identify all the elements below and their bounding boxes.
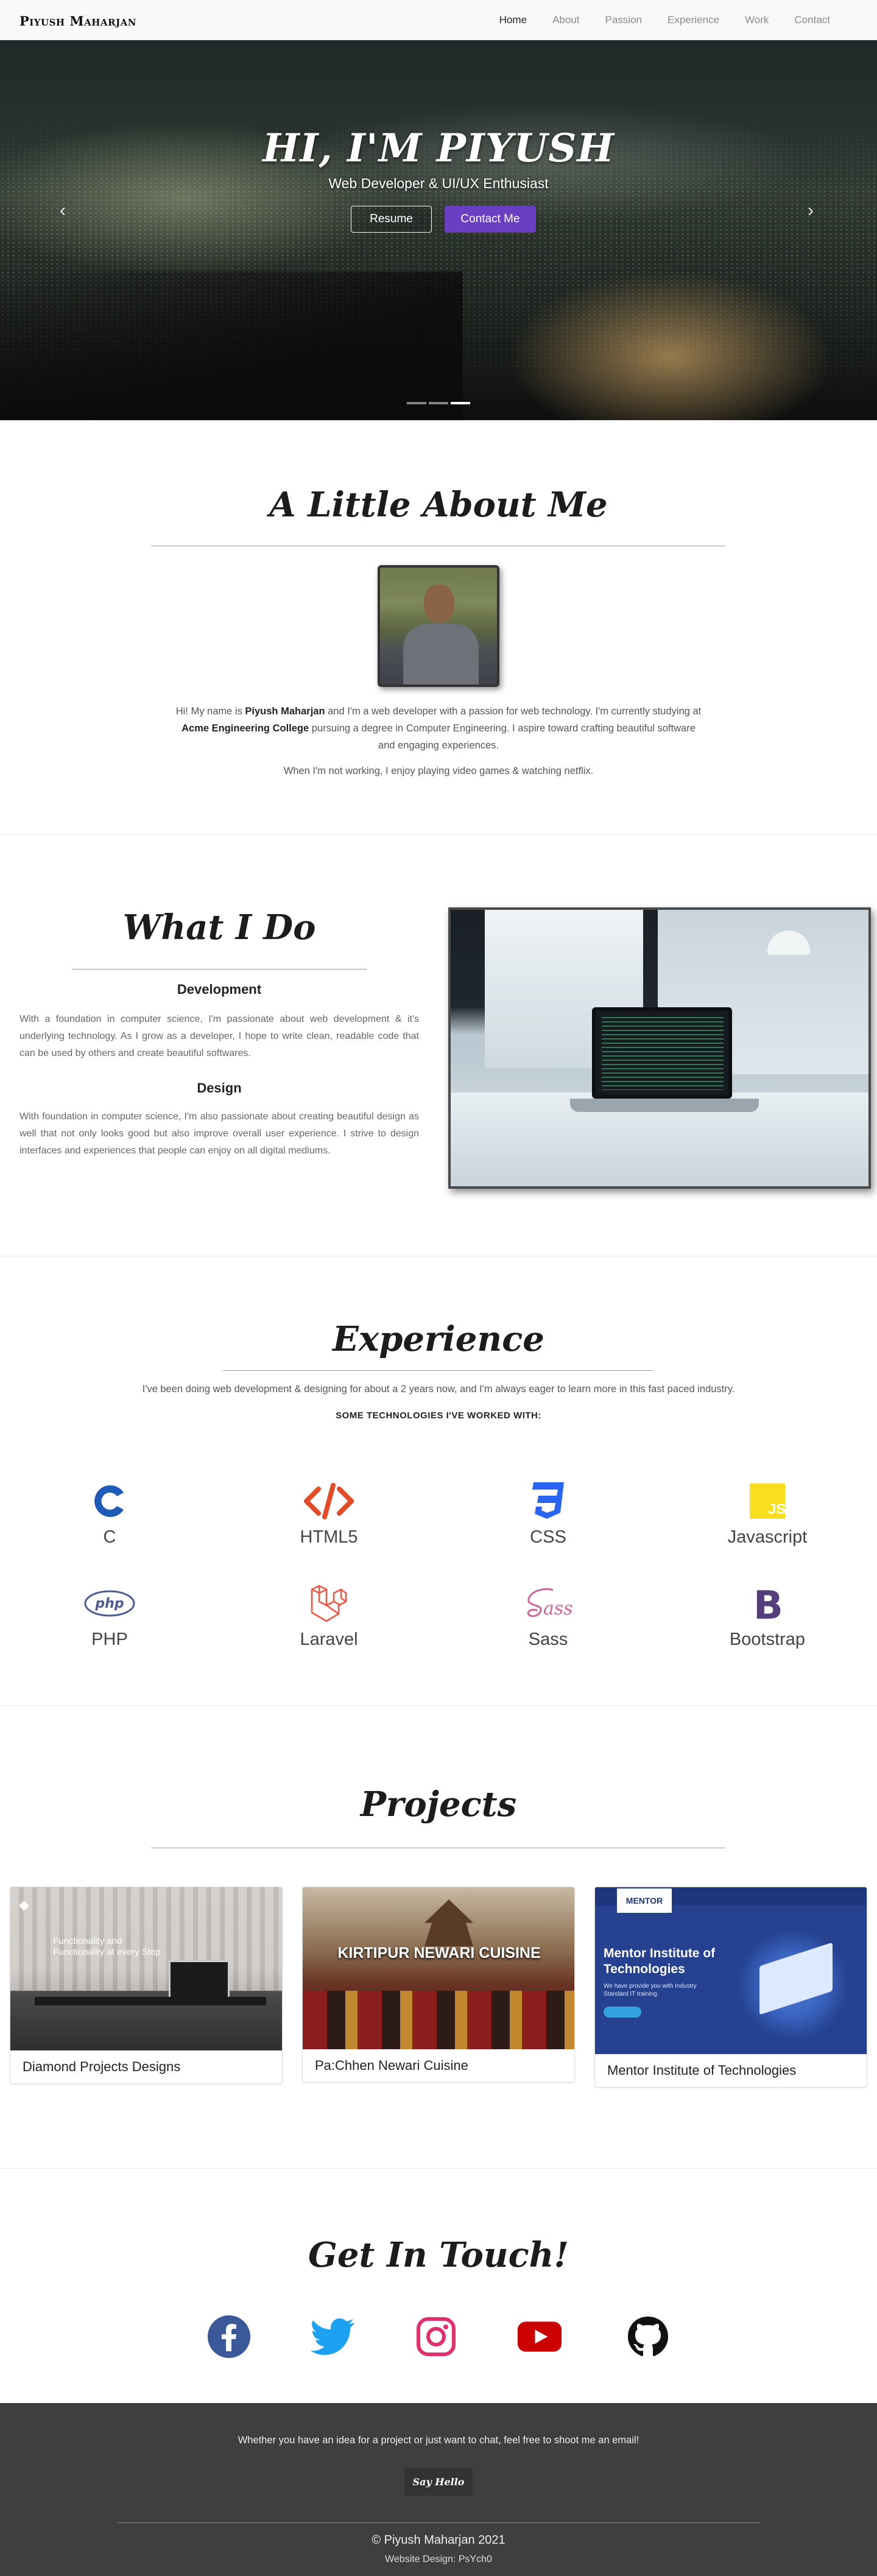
carousel-prev-icon[interactable]: ‹ xyxy=(60,200,66,221)
facebook-icon[interactable] xyxy=(206,2314,252,2359)
footer: Whether you have an idea for a project o… xyxy=(0,2403,877,2576)
youtube-icon[interactable] xyxy=(517,2314,562,2359)
project-name: Mentor Institute of Technologies xyxy=(607,2063,797,2078)
github-icon[interactable] xyxy=(625,2314,671,2359)
diamond-logo-icon: ◆ xyxy=(19,1897,29,1912)
laravel-icon xyxy=(219,1582,438,1625)
footer-divider xyxy=(117,2522,760,2523)
instagram-icon[interactable] xyxy=(414,2314,459,2359)
navbar: Piyush Maharjan Home About Passion Exper… xyxy=(0,0,877,40)
technologies-heading: SOME TECHNOLOGIES I'VE WORKED WITH: xyxy=(336,1410,541,1421)
php-icon: php xyxy=(0,1582,219,1625)
project-overlay-sub: We have provide you with Industry Standa… xyxy=(604,1983,697,1997)
project-image: KIRTIPUR NEWARI CUISINE xyxy=(303,1887,574,2049)
tech-item: JS Javascript xyxy=(658,1480,877,1547)
project-card-mentor[interactable]: MENTOR Mentor Institute of Technologies … xyxy=(594,1887,867,2088)
project-name: Pa:Chhen Newari Cuisine xyxy=(315,2058,468,2073)
footer-text: Whether you have an idea for a project o… xyxy=(238,2435,639,2446)
carousel-indicator[interactable] xyxy=(407,402,426,404)
tech-item: CSS xyxy=(438,1480,658,1547)
design-text: With foundation in computer science, I'm… xyxy=(19,1111,419,1156)
nav-link-about[interactable]: About xyxy=(540,14,592,26)
design-credit: Website Design: PsYch0 xyxy=(385,2554,492,2564)
laptop-photo xyxy=(448,907,871,1189)
tech-label: Laravel xyxy=(300,1630,358,1649)
carousel-indicator-active[interactable] xyxy=(451,402,470,404)
hero-title: HI, I'M PIYUSH xyxy=(262,125,615,171)
nav-link-work[interactable]: Work xyxy=(732,14,781,26)
development-heading: Development xyxy=(177,982,262,997)
project-image: MENTOR Mentor Institute of Technologies … xyxy=(595,1887,867,2054)
about-name: Piyush Maharjan xyxy=(245,706,325,717)
tech-item: php PHP xyxy=(0,1582,219,1650)
twitter-icon[interactable] xyxy=(311,2314,356,2359)
tech-label: HTML5 xyxy=(300,1527,358,1547)
page: Piyush Maharjan Home About Passion Exper… xyxy=(0,0,877,2576)
projects-title: Projects xyxy=(360,1784,517,1825)
tech-label: C xyxy=(103,1527,116,1547)
tech-item: HTML5 xyxy=(219,1480,438,1547)
about-paragraph: Hi! My name is Piyush Maharjan and I'm a… xyxy=(175,706,702,751)
html5-icon xyxy=(219,1480,438,1522)
carousel-next-icon[interactable]: › xyxy=(808,200,814,221)
bootstrap-icon: B xyxy=(658,1582,877,1625)
hero-subtitle: Web Developer & UI/UX Enthusiast xyxy=(328,175,549,191)
say-hello-button[interactable]: Say Hello xyxy=(404,2468,473,2496)
mentor-logo: MENTOR xyxy=(617,1888,672,1913)
resume-button[interactable]: Resume xyxy=(351,206,432,233)
section-divider xyxy=(0,834,877,835)
whatido-title: What I Do xyxy=(122,907,316,948)
copyright: © Piyush Maharjan 2021 xyxy=(372,2533,505,2547)
section-divider xyxy=(0,1705,877,1706)
hero-shadow xyxy=(0,272,463,420)
tech-item: B Bootstrap xyxy=(658,1582,877,1650)
sass-icon: ass xyxy=(438,1582,658,1625)
tech-item: ass Sass xyxy=(438,1582,658,1650)
section-divider xyxy=(0,2168,877,2169)
css3-icon xyxy=(438,1480,658,1522)
brand-logo[interactable]: Piyush Maharjan xyxy=(19,13,136,29)
project-card-pachhen[interactable]: KIRTIPUR NEWARI CUISINE Pa:Chhen Newari … xyxy=(302,1887,575,2083)
development-text: With a foundation in computer science, I… xyxy=(19,1014,419,1058)
tech-item: Laravel xyxy=(219,1582,438,1650)
svg-text:JS: JS xyxy=(768,1501,785,1518)
project-card-diamond[interactable]: ◆ Functionality and Functionality at eve… xyxy=(10,1887,283,2084)
tech-label: CSS xyxy=(530,1527,566,1547)
hero-carousel: HI, I'M PIYUSH Web Developer & UI/UX Ent… xyxy=(0,40,877,420)
experience-divider xyxy=(223,1370,653,1371)
about-college: Acme Engineering College xyxy=(181,723,309,734)
nav-link-passion[interactable]: Passion xyxy=(593,14,655,26)
whatido-divider xyxy=(72,969,367,970)
project-overlay-text: KIRTIPUR NEWARI CUISINE xyxy=(337,1944,541,1962)
svg-text:ass: ass xyxy=(543,1598,573,1619)
experience-title: Experience xyxy=(333,1319,544,1359)
about-hobbies: When I'm not working, I enjoy playing vi… xyxy=(283,765,594,776)
experience-text: I've been doing web development & design… xyxy=(142,1384,735,1395)
carousel-indicator[interactable] xyxy=(429,402,448,404)
nav-link-contact[interactable]: Contact xyxy=(781,14,843,26)
contact-me-button[interactable]: Contact Me xyxy=(445,206,536,233)
project-overlay-text: Functionality and Functionality at every… xyxy=(53,1936,161,1957)
svg-text:B: B xyxy=(753,1585,783,1622)
nav-link-experience[interactable]: Experience xyxy=(655,14,732,26)
project-overlay-title: Mentor Institute of Technologies xyxy=(604,1946,716,1976)
about-title: A Little About Me xyxy=(269,485,608,525)
nav-link-home[interactable]: Home xyxy=(487,14,540,26)
tech-label: Sass xyxy=(528,1630,568,1649)
profile-photo xyxy=(378,565,499,687)
project-image: ◆ Functionality and Functionality at eve… xyxy=(10,1887,282,2050)
tech-label: Bootstrap xyxy=(729,1630,806,1649)
nav-links: Home About Passion Experience Work Conta… xyxy=(487,0,843,40)
contact-title: Get In Touch! xyxy=(308,2235,569,2275)
svg-text:php: php xyxy=(94,1596,124,1611)
project-name: Diamond Projects Designs xyxy=(23,2059,181,2074)
tech-item: C xyxy=(0,1480,219,1547)
c-icon xyxy=(0,1480,219,1522)
tech-label: Javascript xyxy=(727,1527,808,1547)
design-heading: Design xyxy=(197,1080,242,1096)
javascript-icon: JS xyxy=(658,1480,877,1522)
tech-label: PHP xyxy=(91,1630,128,1649)
